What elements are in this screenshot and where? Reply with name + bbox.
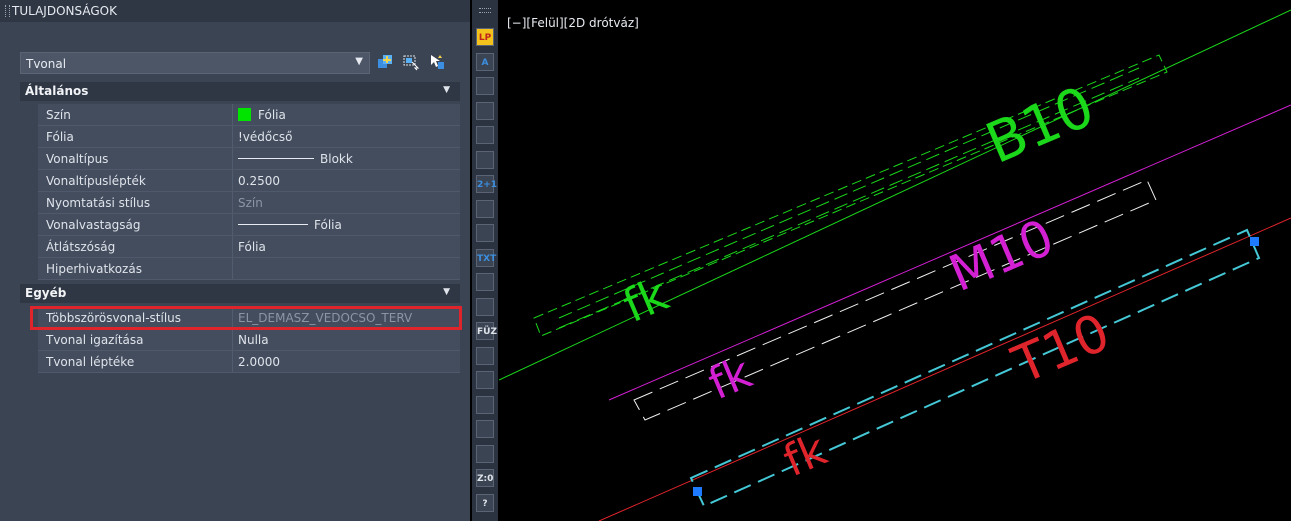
calc-icon[interactable] <box>476 444 494 463</box>
property-label: Nyomtatási stílus <box>46 196 151 210</box>
label-fk-green: fk <box>615 267 676 334</box>
property-label: Tvonal léptéke <box>46 355 135 369</box>
swap-icon[interactable] <box>476 371 494 389</box>
property-value: 0.2500 <box>238 174 280 188</box>
rotate-icon[interactable] <box>476 126 494 144</box>
frame-icon[interactable] <box>476 77 494 95</box>
grip-handle-left <box>693 487 702 496</box>
property-value: Fólia <box>258 108 286 122</box>
property-value: 2.0000 <box>238 355 280 369</box>
properties-palette: TULAJDONSÁGOK Tvonal ▼ Általános ▼ Szín … <box>0 0 470 521</box>
drawing-viewport[interactable]: [−][Felül][2D drótváz] B10 fk M10 fk T10… <box>499 0 1291 521</box>
palette-title: TULAJDONSÁGOK <box>12 4 117 18</box>
property-value: Szín <box>238 196 263 210</box>
convert-icon[interactable] <box>476 346 494 365</box>
profile-icon[interactable] <box>476 420 494 438</box>
label-fk-red: fk <box>776 424 834 487</box>
section-other-title: Egyéb <box>25 286 67 300</box>
property-row-plot-style[interactable]: Nyomtatási stílus Szín <box>38 192 460 214</box>
drag-grip-icon[interactable] <box>5 5 10 17</box>
linetype-preview <box>238 158 314 159</box>
property-row-justification[interactable]: Tvonal igazítása Nulla <box>38 329 460 351</box>
toggle-pickadd-icon[interactable] <box>376 53 394 71</box>
color-swatch <box>238 108 251 121</box>
red-center-line <box>598 217 1291 521</box>
section-general-header[interactable]: Általános ▼ <box>20 82 460 101</box>
property-label: Tvonal igazítása <box>46 333 144 347</box>
text-style-icon[interactable]: A <box>476 52 494 71</box>
property-label: Vonaltípus <box>46 152 109 166</box>
property-row-linetype[interactable]: Vonaltípus Blokk <box>38 148 460 170</box>
property-row-color[interactable]: Szín Fólia <box>38 104 460 126</box>
help-icon[interactable]: ? <box>476 493 494 512</box>
fuz-icon[interactable]: FÜZ <box>476 322 497 340</box>
palette-title-bar[interactable]: TULAJDONSÁGOK <box>0 0 470 22</box>
z-icon[interactable]: Z:0 <box>476 469 494 487</box>
collapse-arrow-icon[interactable]: ▼ <box>443 287 450 297</box>
property-row-lineweight[interactable]: Vonalvastagság Fólia <box>38 214 460 236</box>
grip-handle-right <box>1250 237 1259 246</box>
toolbar-grip-icon[interactable] <box>479 8 491 13</box>
property-label: Vonalvastagság <box>46 218 141 232</box>
quick-select-icon[interactable] <box>428 53 446 71</box>
collapse-arrow-icon[interactable]: ▼ <box>443 85 450 95</box>
vertical-toolbar: LP A 2+1 TXT FÜZ Z:0? <box>472 0 498 521</box>
green-mline[interactable]: B10 fk <box>499 9 1291 381</box>
section-other-header[interactable]: Egyéb ▼ <box>20 284 460 303</box>
property-label: Szín <box>46 108 71 122</box>
property-label: Hiperhivatkozás <box>46 262 142 276</box>
property-value: Fólia <box>238 240 266 254</box>
property-value: Fólia <box>314 218 342 232</box>
section-general-title: Általános <box>25 84 89 98</box>
label-t10: T10 <box>1004 302 1119 396</box>
section-general-strip <box>20 101 38 277</box>
property-label: Vonaltípuslépték <box>46 174 146 188</box>
chevron-down-icon: ▼ <box>355 56 363 67</box>
property-value: !védőcső <box>238 130 293 144</box>
label-m10: M10 <box>941 208 1062 303</box>
property-row-transparency[interactable]: Átlátszóság Fólia <box>38 236 460 258</box>
lp-icon[interactable]: LP <box>476 28 494 46</box>
trace-icon[interactable] <box>476 224 494 242</box>
property-label: Fólia <box>46 130 74 144</box>
property-row-linetype-scale[interactable]: Vonaltípuslépték 0.2500 <box>38 170 460 192</box>
property-value: Nulla <box>238 333 269 347</box>
object-type-value: Tvonal <box>26 57 67 71</box>
object-type-dropdown[interactable]: Tvonal ▼ <box>20 52 370 74</box>
label-b10: B10 <box>977 74 1103 177</box>
select-objects-icon[interactable] <box>402 53 420 71</box>
snap-icon[interactable] <box>476 199 494 218</box>
red-mline[interactable]: T10 fk <box>598 217 1291 521</box>
sum-icon[interactable]: 2+1 <box>476 175 497 193</box>
drawing-canvas[interactable]: B10 fk M10 fk T10 fk <box>499 0 1291 521</box>
green-center-line <box>499 9 1291 381</box>
property-row-mline-scale[interactable]: Tvonal léptéke 2.0000 <box>38 351 460 373</box>
measure-icon[interactable] <box>476 150 494 169</box>
property-value: Blokk <box>320 152 353 166</box>
lineweight-preview <box>238 224 308 225</box>
fork-icon[interactable] <box>476 297 494 316</box>
property-label: Átlátszóság <box>46 240 116 254</box>
txt-icon[interactable]: TXT <box>476 248 496 267</box>
list-icon[interactable] <box>476 273 494 291</box>
dimension-icon[interactable] <box>476 101 494 120</box>
triangle-icon[interactable] <box>476 395 494 414</box>
highlight-box <box>30 306 462 330</box>
property-row-hyperlink[interactable]: Hiperhivatkozás <box>38 258 460 280</box>
property-row-layer[interactable]: Fólia !védőcső <box>38 126 460 148</box>
